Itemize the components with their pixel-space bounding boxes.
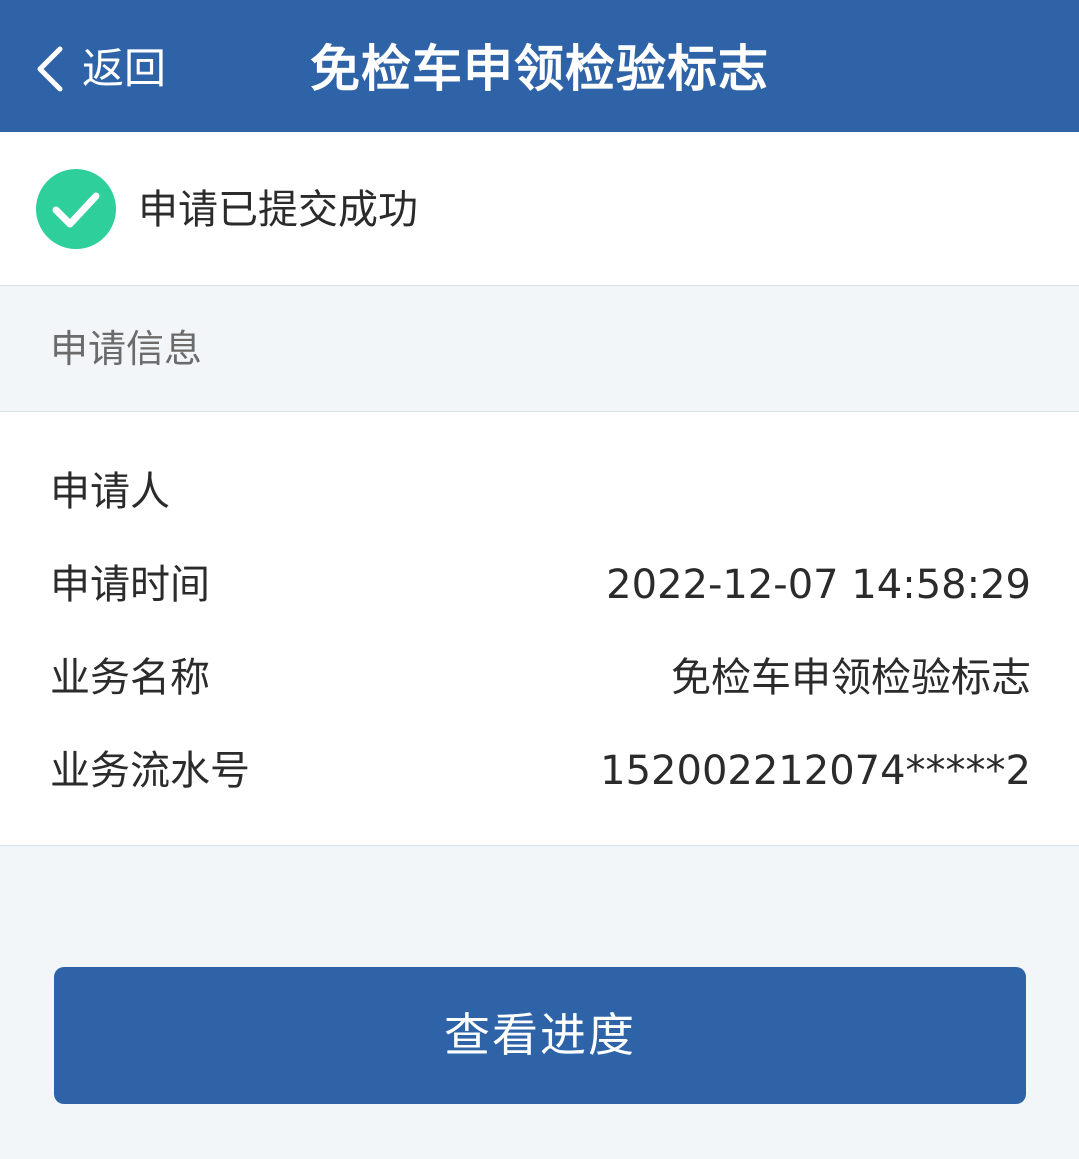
page-title-text: 免检车申领检验标志	[310, 40, 769, 98]
section-header: 申请信息	[0, 286, 1079, 412]
info-value: 免检车申领检验标志	[671, 655, 1031, 701]
top-nav-bar: 返回 免检车申领检验标志	[0, 0, 1079, 132]
info-value: 152002212074*****2	[600, 748, 1031, 794]
info-label: 申请人	[50, 469, 170, 515]
info-label: 申请时间	[50, 562, 210, 608]
info-label: 业务流水号	[50, 748, 250, 794]
info-label: 业务名称	[50, 655, 210, 701]
page-title: 免检车申领检验标志	[0, 34, 1079, 104]
info-row-serial-number: 业务流水号 152002212074*****2	[50, 741, 1031, 801]
info-value: 2022-12-07 14:58:29	[606, 562, 1031, 608]
info-row-apply-time: 申请时间 2022-12-07 14:58:29	[50, 555, 1031, 615]
info-row-applicant: 申请人	[50, 462, 1031, 522]
submit-status-banner: 申请已提交成功	[0, 132, 1079, 286]
section-title: 申请信息	[50, 327, 203, 371]
info-row-business-name: 业务名称 免检车申领检验标志	[50, 648, 1031, 708]
status-message: 申请已提交成功	[138, 187, 418, 233]
application-info-panel: 申请人 申请时间 2022-12-07 14:58:29 业务名称 免检车申领检…	[0, 412, 1079, 846]
check-circle-icon	[36, 169, 116, 249]
view-progress-button[interactable]: 查看进度	[54, 967, 1026, 1104]
